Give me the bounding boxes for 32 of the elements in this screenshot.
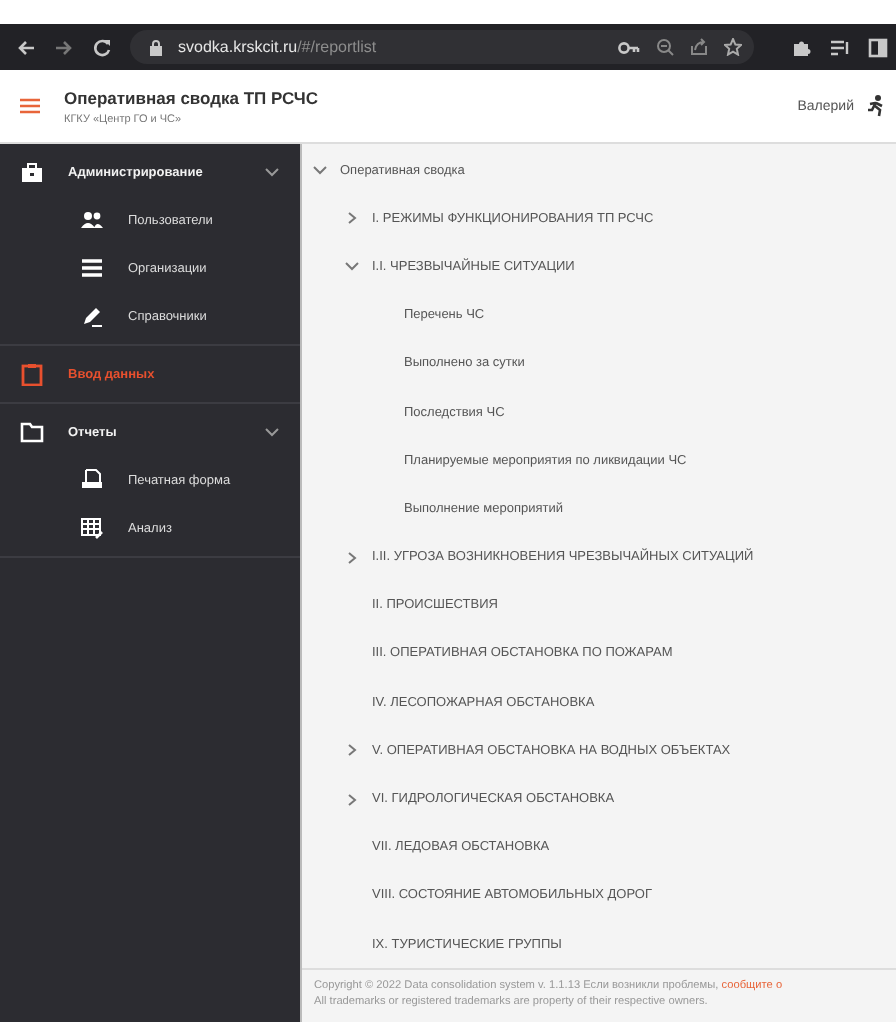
menu-icon[interactable] — [20, 98, 40, 114]
address-bar[interactable]: svodka.krskcit.ru/#/reportlist — [130, 30, 754, 64]
url-text: svodka.krskcit.ru/#/reportlist — [178, 38, 379, 56]
star-icon[interactable] — [724, 38, 742, 56]
list-icon — [80, 256, 104, 280]
table-icon — [80, 516, 104, 540]
folder-icon — [20, 420, 44, 444]
briefcase-icon — [20, 160, 44, 184]
app-title: Оперативная сводка ТП РСЧС — [64, 87, 321, 107]
reload-icon[interactable] — [92, 37, 112, 57]
side-panel-icon[interactable] — [868, 37, 888, 57]
lock-icon — [150, 39, 162, 55]
chevron-down-icon[interactable] — [312, 164, 328, 177]
chevron-right-icon[interactable] — [344, 551, 360, 564]
chevron-right-icon[interactable] — [344, 793, 360, 806]
chevron-down-icon[interactable] — [344, 260, 360, 273]
playlist-icon[interactable] — [830, 37, 850, 57]
clipboard-icon — [20, 362, 44, 386]
zoom-icon[interactable] — [656, 38, 674, 56]
pen-icon — [80, 304, 104, 328]
running-person-icon[interactable] — [866, 94, 884, 118]
chevron-right-icon[interactable] — [344, 212, 360, 225]
puzzle-icon[interactable] — [792, 37, 812, 57]
chevron-right-icon[interactable] — [344, 744, 360, 757]
back-arrow-icon[interactable] — [16, 37, 36, 57]
document-icon — [80, 468, 104, 492]
key-icon[interactable] — [618, 39, 640, 55]
users-icon — [80, 208, 104, 232]
chevron-down-icon[interactable] — [264, 426, 280, 438]
chevron-down-icon[interactable] — [264, 166, 280, 178]
forward-arrow-icon[interactable] — [54, 37, 74, 57]
share-icon[interactable] — [690, 38, 708, 56]
